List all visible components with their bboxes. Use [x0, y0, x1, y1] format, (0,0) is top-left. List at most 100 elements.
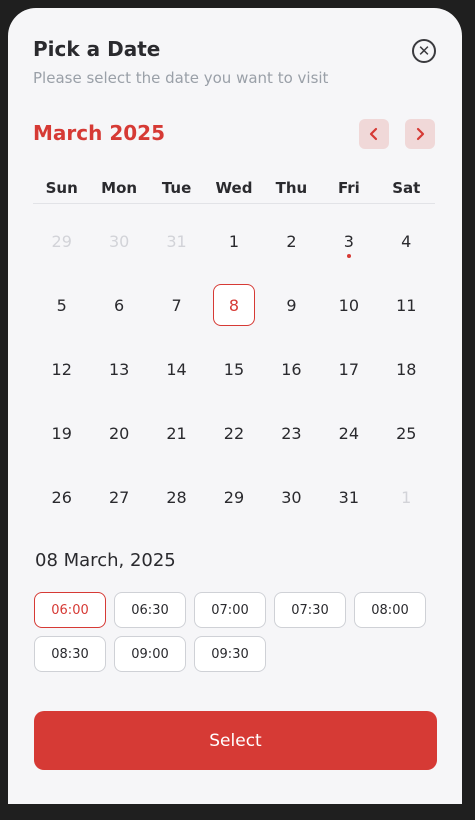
- day-number: 27: [108, 487, 130, 507]
- day-cell: 17: [320, 348, 377, 412]
- day-number: 16: [281, 359, 302, 379]
- day-button[interactable]: 30: [98, 220, 140, 262]
- time-slot[interactable]: 07:00: [194, 592, 266, 628]
- day-button[interactable]: 23: [270, 412, 312, 454]
- day-button[interactable]: 22: [213, 412, 255, 454]
- day-button[interactable]: 21: [156, 412, 198, 454]
- day-cell: 18: [378, 348, 435, 412]
- day-number: 30: [281, 487, 302, 507]
- day-number: 20: [108, 423, 130, 443]
- day-button[interactable]: 29: [41, 220, 83, 262]
- day-number: 26: [51, 487, 72, 507]
- day-cell: 30: [263, 476, 320, 540]
- page-subtitle: Please select the date you want to visit: [33, 69, 329, 87]
- day-button[interactable]: 30: [270, 476, 312, 518]
- day-number: 12: [51, 359, 72, 379]
- day-button[interactable]: 10: [328, 284, 370, 326]
- day-cell: 10: [320, 284, 377, 348]
- day-button[interactable]: 29: [213, 476, 255, 518]
- weekday-label: Wed: [215, 179, 253, 197]
- day-cell: 3: [320, 220, 377, 284]
- day-number: 15: [223, 359, 245, 379]
- weekday-label: Tue: [161, 179, 192, 197]
- time-slot[interactable]: 08:30: [34, 636, 106, 672]
- day-button[interactable]: 1: [213, 220, 255, 262]
- day-button[interactable]: 2: [270, 220, 312, 262]
- day-button[interactable]: 3: [328, 220, 370, 262]
- day-number: 13: [108, 359, 130, 379]
- day-number: 31: [166, 231, 187, 251]
- prev-month-button[interactable]: [359, 119, 389, 149]
- day-button[interactable]: 7: [156, 284, 198, 326]
- weekday-header: Sun Mon Tue Wed Thu Fri Sat: [33, 168, 435, 204]
- day-cell: 31: [148, 220, 205, 284]
- day-number: 11: [396, 295, 417, 315]
- day-button[interactable]: 26: [41, 476, 83, 518]
- close-icon[interactable]: ✕: [412, 39, 436, 63]
- day-number: 28: [166, 487, 187, 507]
- day-button[interactable]: 27: [98, 476, 140, 518]
- day-number: 5: [56, 295, 67, 315]
- day-button[interactable]: 25: [385, 412, 427, 454]
- day-number: 22: [223, 423, 245, 443]
- day-number: 29: [51, 231, 72, 251]
- day-cell: 1: [378, 476, 435, 540]
- time-slot-selected[interactable]: 06:00: [34, 592, 106, 628]
- day-button[interactable]: 12: [41, 348, 83, 390]
- day-number: 10: [338, 295, 360, 315]
- day-button[interactable]: 4: [385, 220, 427, 262]
- day-number: 1: [401, 487, 412, 507]
- day-number: 18: [396, 359, 417, 379]
- day-number: 19: [51, 423, 72, 443]
- day-button[interactable]: 20: [98, 412, 140, 454]
- time-slot[interactable]: 07:30: [274, 592, 346, 628]
- day-cell: 4: [378, 220, 435, 284]
- day-number: 25: [396, 423, 417, 443]
- day-cell: 1: [205, 220, 262, 284]
- time-slot[interactable]: 08:00: [354, 592, 426, 628]
- day-button[interactable]: 14: [156, 348, 198, 390]
- day-cell: 15: [205, 348, 262, 412]
- day-button[interactable]: 31: [328, 476, 370, 518]
- day-cell: 12: [33, 348, 90, 412]
- day-button[interactable]: 13: [98, 348, 140, 390]
- day-selected[interactable]: 8: [212, 284, 255, 326]
- month-label: March 2025: [33, 121, 165, 145]
- day-button[interactable]: 24: [328, 412, 370, 454]
- day-number: 21: [166, 423, 187, 443]
- page-title: Pick a Date: [33, 37, 161, 61]
- day-button[interactable]: 15: [213, 348, 255, 390]
- day-number: 30: [108, 231, 130, 251]
- day-cell: 23: [263, 412, 320, 476]
- time-slot[interactable]: 09:00: [114, 636, 186, 672]
- day-button[interactable]: 16: [270, 348, 312, 390]
- time-slot[interactable]: 09:30: [194, 636, 266, 672]
- day-cell: 19: [33, 412, 90, 476]
- day-button[interactable]: 31: [156, 220, 198, 262]
- chevron-left-icon: [369, 127, 378, 141]
- calendar-grid: 29 30 31 1 2 3 4 5 6 7 8 9 10 11 12 13 14 15 16 17 18 19 20 21 2…: [33, 220, 435, 540]
- day-button[interactable]: 19: [41, 412, 83, 454]
- day-button[interactable]: 9: [270, 284, 312, 326]
- day-number: 2: [286, 231, 297, 251]
- day-button[interactable]: 11: [385, 284, 427, 326]
- day-cell: 6: [90, 284, 147, 348]
- day-cell: 13: [90, 348, 147, 412]
- day-cell: 9: [263, 284, 320, 348]
- weekday-label: Sat: [392, 179, 421, 197]
- select-button[interactable]: Select: [34, 711, 437, 770]
- day-button[interactable]: 1: [385, 476, 427, 518]
- day-button[interactable]: 6: [98, 284, 140, 326]
- day-cell: 27: [90, 476, 147, 540]
- day-button[interactable]: 18: [385, 348, 427, 390]
- day-cell: 22: [205, 412, 262, 476]
- day-button[interactable]: 17: [328, 348, 370, 390]
- weekday-label: Thu: [275, 179, 308, 197]
- time-slot[interactable]: 06:30: [114, 592, 186, 628]
- day-button[interactable]: 5: [41, 284, 83, 326]
- day-number: 17: [338, 359, 360, 379]
- selected-date-heading: 08 March, 2025: [35, 550, 176, 571]
- next-month-button[interactable]: [405, 119, 435, 149]
- day-cell: 11: [378, 284, 435, 348]
- day-button[interactable]: 28: [156, 476, 198, 518]
